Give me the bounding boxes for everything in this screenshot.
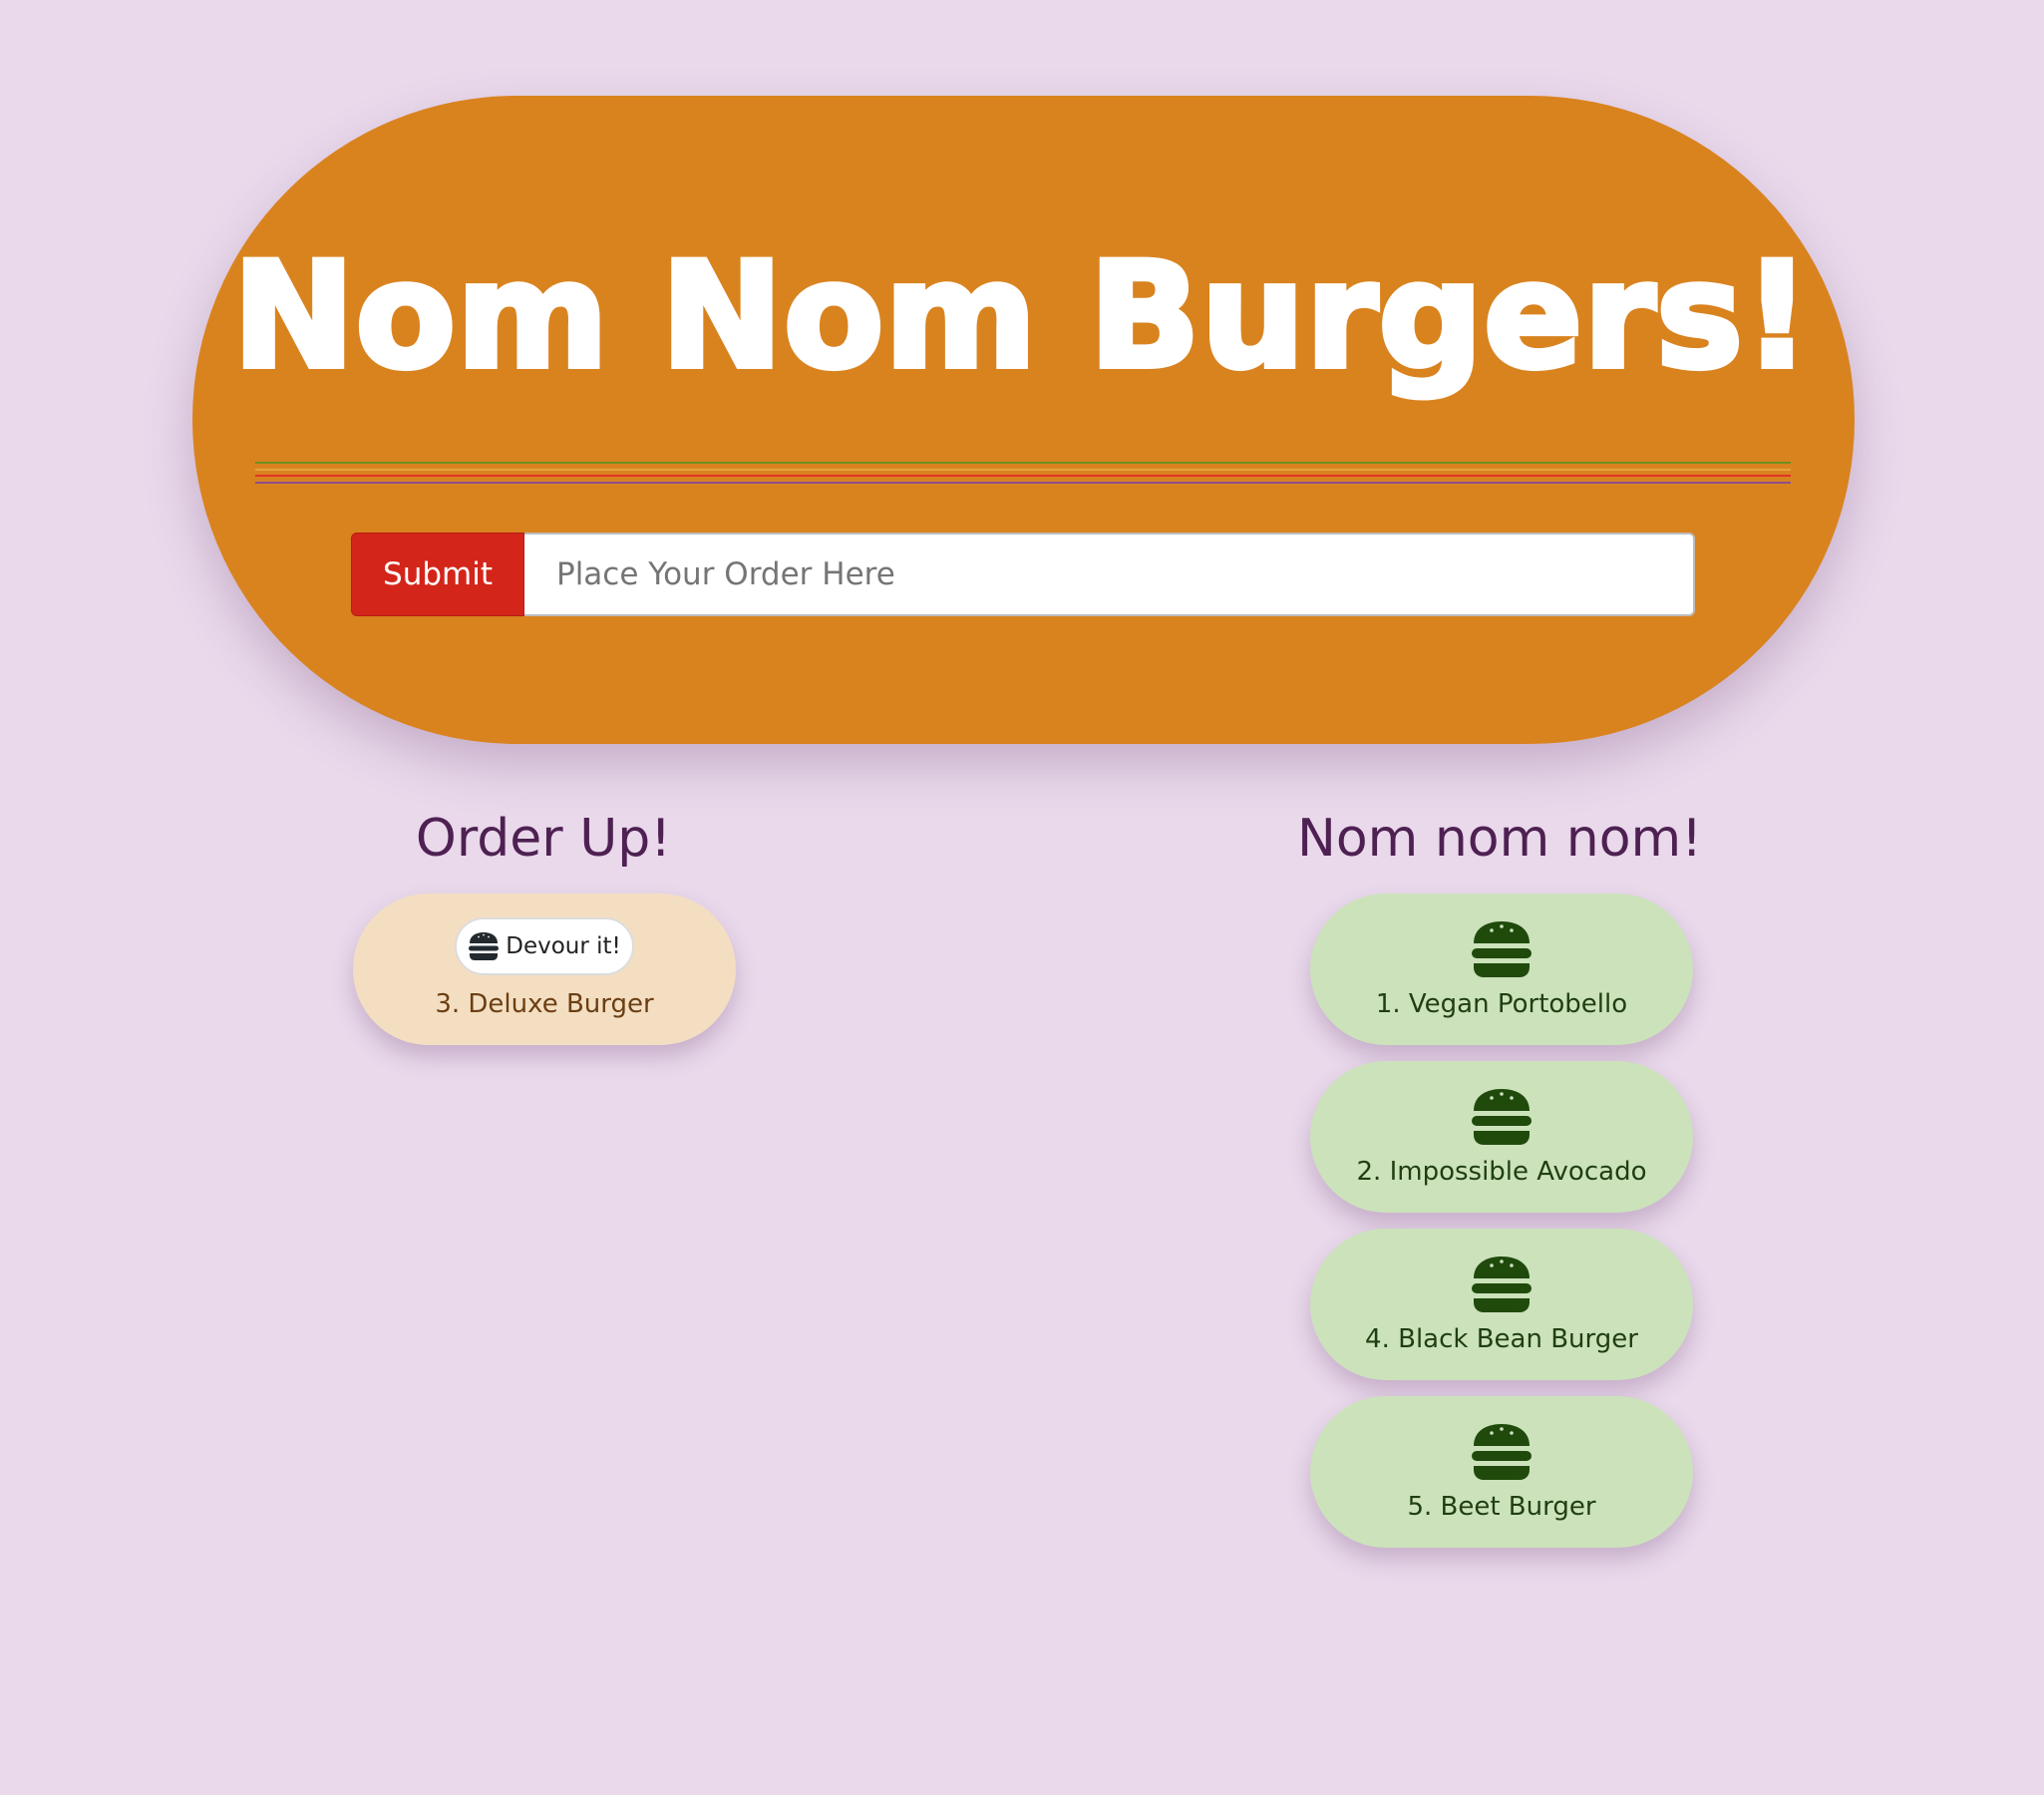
devour-button[interactable]: Devour it! bbox=[455, 917, 634, 975]
stripe-red bbox=[255, 475, 1791, 477]
burger-icon bbox=[1472, 921, 1532, 977]
waiting-burger-card: Devour it! 3. Deluxe Burger bbox=[353, 894, 736, 1045]
devoured-burger-card: 5. Beet Burger bbox=[1310, 1396, 1693, 1548]
burger-icon bbox=[1472, 1424, 1532, 1480]
burger-name: 1. Vegan Portobello bbox=[1375, 989, 1628, 1019]
stripe-green bbox=[255, 462, 1791, 464]
burger-name: 2. Impossible Avocado bbox=[1356, 1157, 1647, 1187]
order-form: Submit bbox=[351, 533, 1695, 616]
header-banner bbox=[192, 96, 1855, 744]
stripe-purple bbox=[255, 482, 1791, 484]
burger-icon bbox=[469, 932, 500, 960]
burger-name: 4. Black Bean Burger bbox=[1365, 1324, 1638, 1354]
waiting-column-title: Order Up! bbox=[415, 809, 672, 869]
devoured-column-title: Nom nom nom! bbox=[1296, 809, 1703, 869]
header-stripes bbox=[255, 462, 1791, 486]
devoured-burger-card: 1. Vegan Portobello bbox=[1310, 894, 1693, 1045]
page-title: Nom Nom Burgers! bbox=[229, 228, 1813, 404]
stripe-yellow bbox=[255, 469, 1791, 471]
devour-button-label: Devour it! bbox=[506, 933, 621, 959]
burger-icon bbox=[1472, 1089, 1532, 1145]
submit-button[interactable]: Submit bbox=[351, 533, 524, 616]
burger-icon bbox=[1472, 1256, 1532, 1312]
devoured-burger-card: 2. Impossible Avocado bbox=[1310, 1061, 1693, 1213]
order-input[interactable] bbox=[524, 533, 1695, 616]
burger-name: 3. Deluxe Burger bbox=[435, 989, 654, 1019]
burger-name: 5. Beet Burger bbox=[1407, 1492, 1596, 1522]
devoured-burger-card: 4. Black Bean Burger bbox=[1310, 1229, 1693, 1380]
